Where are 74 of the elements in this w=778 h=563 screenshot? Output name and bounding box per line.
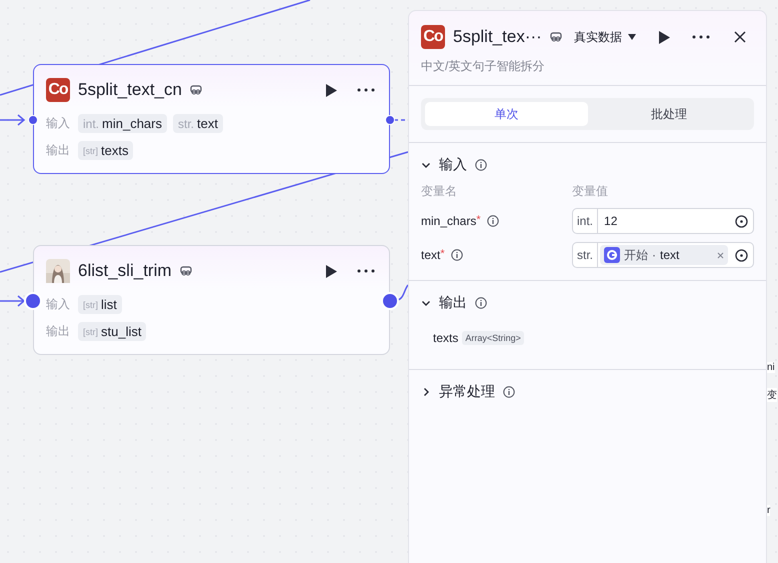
tab[interactable]: 批处理: [588, 102, 750, 126]
info-icon: [486, 215, 499, 227]
caret-icon: [628, 34, 636, 40]
port[interactable]: [28, 115, 38, 125]
connector-line: [398, 284, 409, 301]
value-field[interactable]: str. 开始 · text: [572, 242, 754, 268]
run-button[interactable]: [325, 84, 337, 96]
section-title[interactable]: 输入: [439, 156, 467, 174]
background-text: ni: [767, 362, 775, 373]
run-button[interactable]: [658, 30, 670, 44]
code-icon: Co: [46, 78, 70, 102]
io-label: 输入: [46, 296, 71, 313]
panel-title: 5split_tex···: [453, 27, 542, 47]
info-icon: [475, 297, 487, 309]
param-tag: [str] list: [78, 295, 122, 314]
section-title[interactable]: 异常处理: [439, 383, 495, 401]
port[interactable]: [381, 292, 399, 310]
goggles-icon: [190, 84, 202, 96]
port[interactable]: [24, 292, 42, 310]
more-button[interactable]: [357, 269, 375, 273]
output-type: Array<String>: [462, 331, 524, 345]
clear-icon[interactable]: [717, 252, 724, 258]
target-icon[interactable]: [735, 214, 748, 228]
required-mark: *: [476, 214, 481, 226]
goggles-icon: [550, 32, 562, 42]
code-icon: Co: [421, 25, 445, 49]
reference-field: text: [660, 248, 680, 262]
column-header: 变量名: [421, 183, 458, 200]
node-title: 5split_text_cn: [78, 80, 182, 100]
variable-name: text: [421, 248, 440, 262]
info-icon: [475, 159, 487, 171]
chevron-icon[interactable]: [421, 160, 431, 170]
info-icon: [450, 249, 463, 261]
node-title: 6list_sli_trim: [78, 261, 172, 281]
reference-tag[interactable]: 开始 · text: [600, 245, 728, 265]
more-button[interactable]: [692, 35, 710, 39]
data-mode-dropdown[interactable]: 真实数据: [570, 28, 650, 46]
type-label: str.: [573, 243, 598, 267]
background-text: r: [767, 505, 770, 516]
run-button[interactable]: [325, 264, 337, 278]
required-mark: *: [440, 248, 445, 260]
target-icon[interactable]: [735, 248, 748, 262]
background-text: 变: [767, 388, 777, 402]
goggles-icon: [180, 266, 192, 276]
connector-line: [394, 119, 408, 121]
section-title[interactable]: 输出: [439, 294, 467, 312]
value-input[interactable]: 12: [598, 214, 730, 228]
io-label: 输出: [46, 323, 71, 340]
reference-source: 开始: [624, 246, 648, 264]
close-button[interactable]: [734, 31, 746, 43]
separator: ·: [652, 248, 656, 262]
start-node-icon: [604, 247, 620, 263]
panel-subtitle: 中文/英文句子智能拆分: [409, 49, 766, 86]
info-icon: [503, 386, 515, 398]
connector-arrow: [0, 114, 26, 126]
column-header: 变量值: [572, 183, 609, 200]
io-label: 输入: [46, 115, 71, 132]
chevron-icon[interactable]: [421, 387, 431, 397]
value-field[interactable]: int. 12: [572, 208, 754, 234]
param-tag: [str] stu_list: [78, 322, 146, 341]
tab[interactable]: 单次: [425, 102, 588, 126]
workflow-node[interactable]: Co 5split_text_cn 输入 int. min_chars str. text 输出 [str] texts: [33, 64, 390, 174]
port[interactable]: [385, 115, 395, 125]
more-button[interactable]: [357, 88, 375, 92]
io-label: 输出: [46, 142, 71, 159]
param-tag: str. text: [172, 114, 223, 133]
output-name: texts: [433, 331, 458, 345]
type-label: int.: [573, 209, 598, 233]
chevron-icon[interactable]: [421, 298, 431, 308]
param-tag: [str] texts: [78, 141, 134, 160]
param-tag: int. min_chars: [78, 114, 167, 133]
connector-arrow: [0, 295, 26, 307]
workflow-node[interactable]: 6list_sli_trim 输入 [str] list 输出 [str] stu_list: [33, 245, 390, 355]
variable-name: min_chars: [421, 214, 476, 228]
